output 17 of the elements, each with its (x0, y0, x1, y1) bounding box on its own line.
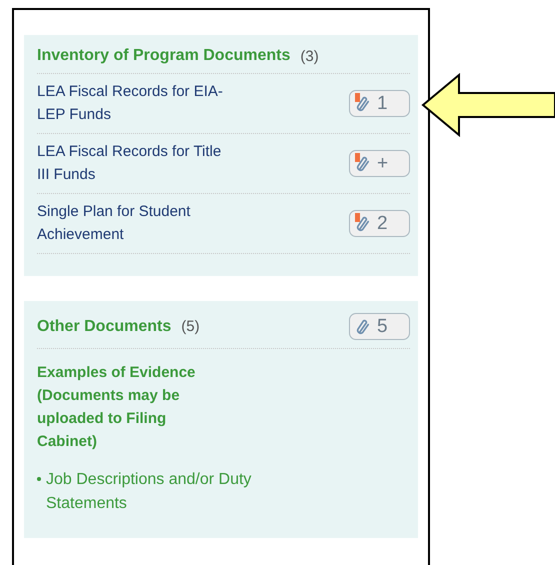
paperclip-icon (356, 318, 371, 335)
document-link[interactable]: LEA Fiscal Records for Title III Funds (37, 140, 227, 186)
section-count: (5) (181, 318, 200, 335)
evidence-item: Job Descriptions and/or Duty Statements (46, 470, 252, 514)
attachment-button[interactable]: 5 (349, 313, 410, 340)
attachment-button[interactable]: + (349, 150, 410, 176)
document-link[interactable]: LEA Fiscal Records for EIA-LEP Funds (37, 80, 227, 126)
bullet-icon (37, 477, 41, 481)
flag-icon (355, 152, 360, 162)
section-count: (3) (300, 48, 319, 64)
flag-icon (355, 92, 360, 102)
flag-icon (355, 212, 360, 222)
attachment-button[interactable]: 2 (349, 210, 410, 236)
section-title: Inventory of Program Documents (37, 47, 290, 65)
section-title: Other Documents (37, 318, 172, 336)
document-link[interactable]: Single Plan for Student Achievement (37, 200, 227, 246)
evidence-heading: Examples of Evidence (Documents may be uploaded to Filing Cabinet) (37, 363, 196, 452)
